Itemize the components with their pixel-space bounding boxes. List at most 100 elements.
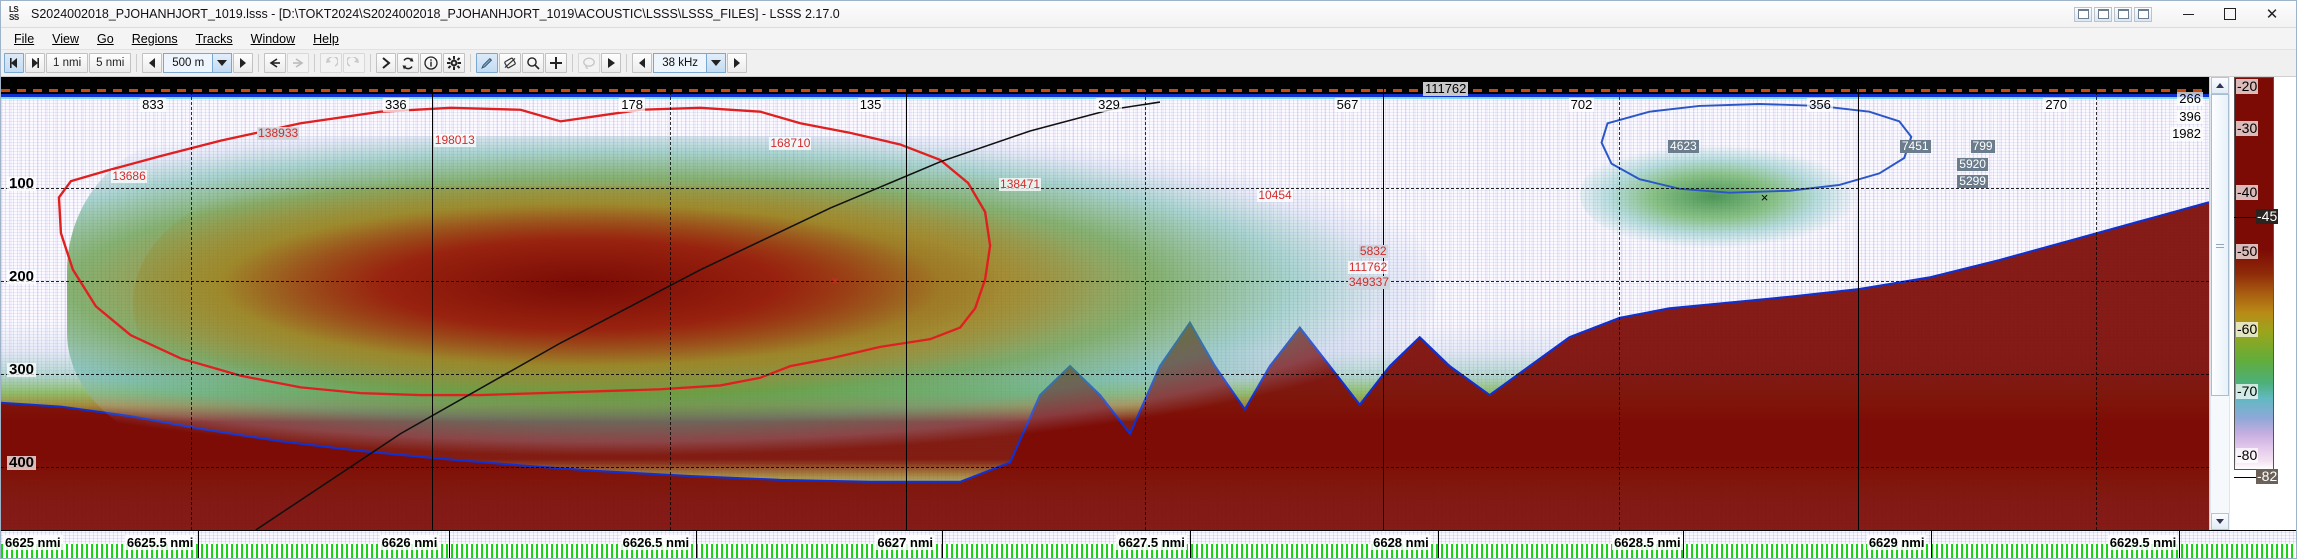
region-label-5832[interactable]: 5832	[1358, 245, 1388, 259]
depth-range-dropdown-button[interactable]	[212, 53, 233, 73]
nav-back-button[interactable]	[264, 53, 287, 73]
zoom-tool-button[interactable]	[522, 53, 545, 73]
eraser-tool-button[interactable]	[499, 53, 522, 73]
scroll-down-button[interactable]	[2211, 513, 2229, 530]
frequency-next-button[interactable]	[727, 53, 748, 73]
cursor-marker-left: ×	[831, 272, 839, 288]
range-1nmi-button[interactable]: 1 nmi	[46, 53, 89, 73]
menu-view[interactable]: View	[43, 30, 88, 48]
menu-regions[interactable]: Regions	[123, 30, 187, 48]
region-label-5299[interactable]: 5299	[1957, 174, 1988, 188]
lasso-icon	[582, 56, 596, 70]
refresh-button[interactable]	[397, 53, 420, 73]
menu-tracks[interactable]: Tracks	[187, 30, 242, 48]
window-close-button[interactable]: ✕	[2252, 2, 2292, 26]
menu-window[interactable]: Window	[242, 30, 304, 48]
depth-gridline-300	[1, 373, 2209, 375]
echogram-canvas[interactable]: 100 200 300 400 833 336 178 135 329 567 …	[1, 77, 2209, 530]
window-minimize-button[interactable]	[2168, 2, 2208, 26]
toolbar-separator-3	[314, 54, 316, 72]
distance-ruler[interactable]: 6625 nmi 6625.5 nmi 6626 nmi 6626.5 nmi …	[1, 530, 2296, 558]
vertical-scrollbar[interactable]	[2209, 77, 2230, 530]
menu-window-label: Window	[250, 31, 296, 46]
ruler-tick-2	[448, 531, 450, 558]
step-forward-button[interactable]	[25, 53, 45, 73]
lasso-tool-button[interactable]	[578, 53, 601, 73]
tool-bar: 1 nmi 5 nmi 500 m 38 kHz	[1, 50, 2296, 77]
minimize-icon	[2182, 13, 2194, 15]
ping-label-2: 178	[619, 96, 645, 112]
menu-file[interactable]: File	[5, 30, 43, 48]
depth-range-value[interactable]: 500 m	[163, 53, 213, 73]
ruler-label-9: 6629.5 nmi	[2107, 535, 2179, 550]
gear-icon	[447, 56, 462, 70]
depth-next-button[interactable]	[233, 53, 254, 73]
ping-gridline-2	[431, 77, 433, 530]
undo-button[interactable]	[320, 53, 343, 73]
region-label-349337[interactable]: 349337	[1347, 276, 1390, 290]
region-label-10454[interactable]: 10454	[1257, 189, 1293, 203]
region-label-138471[interactable]: 138471	[999, 178, 1042, 192]
menu-go[interactable]: Go	[88, 30, 123, 48]
magnifier-icon	[526, 56, 540, 70]
settings-button[interactable]	[443, 53, 466, 73]
toolbar-separator-6	[572, 54, 574, 72]
step-back-button[interactable]	[4, 53, 24, 73]
ping-label-4: 329	[1096, 96, 1122, 112]
depth-prev-button[interactable]	[142, 53, 163, 73]
chevron-up-icon	[2216, 83, 2224, 88]
region-label-138933[interactable]: 138933	[257, 126, 300, 140]
next-button[interactable]	[376, 53, 397, 73]
mdi-maximize-button[interactable]	[2114, 6, 2132, 22]
region-label-7451[interactable]: 7451	[1899, 139, 1931, 153]
ruler-label-0: 6625 nmi	[3, 535, 63, 550]
right-arrow-icon	[240, 58, 247, 68]
ping-label-9: 270	[2043, 96, 2070, 112]
region-label-198013[interactable]: 198013	[433, 133, 476, 147]
mdi-restore-button[interactable]	[2094, 6, 2112, 22]
region-label-13686[interactable]: 13686	[111, 170, 147, 184]
frequency-prev-button[interactable]	[632, 53, 653, 73]
ruler-tick-4	[941, 531, 943, 558]
toolbar-separator-2	[258, 54, 260, 72]
region-label-4623[interactable]: 4623	[1668, 139, 1699, 153]
scrollbar-track[interactable]	[2210, 94, 2230, 513]
menu-view-label: View	[52, 31, 80, 46]
eraser-icon	[503, 56, 517, 70]
mdi-close-button[interactable]	[2134, 6, 2152, 22]
lsss-main-window: LS SS S2024002018_PJOHANHJORT_1019.lsss …	[0, 0, 2297, 559]
region-label-111762[interactable]: 111762	[1347, 260, 1389, 274]
play-button[interactable]	[601, 53, 622, 73]
window-maximize-button[interactable]	[2210, 2, 2250, 26]
region-label-168710[interactable]: 168710	[769, 136, 812, 150]
menu-help[interactable]: Help	[304, 30, 348, 48]
redo-button[interactable]	[343, 53, 366, 73]
window-title: S2024002018_PJOHANHJORT_1019.lsss - [D:\…	[31, 7, 840, 21]
range-5nmi-button[interactable]: 5 nmi	[89, 53, 132, 73]
app-logo-bottom: SS	[9, 13, 19, 22]
readout-value-2: 1982	[2170, 125, 2203, 141]
ruler-tick-1	[198, 531, 200, 558]
nav-forward-button[interactable]	[287, 53, 310, 73]
depth-gridline-100	[1, 187, 2209, 189]
cursor-marker-right: ×	[1760, 189, 1769, 205]
add-button[interactable]	[545, 53, 568, 73]
menu-bar: File View Go Regions Tracks Window Help	[1, 28, 2296, 50]
region-label-5920[interactable]: 5920	[1957, 158, 1988, 172]
pencil-icon	[480, 56, 494, 70]
colorbar-label-minus50: -50	[2236, 243, 2259, 259]
window-controls: ✕	[2074, 1, 2292, 27]
scroll-up-button[interactable]	[2211, 77, 2229, 94]
depth-range-combo[interactable]: 500 m	[163, 53, 233, 73]
colorbar-threshold-lower[interactable]: -82	[2256, 469, 2279, 484]
info-button[interactable]	[420, 53, 443, 73]
region-label-799[interactable]: 799	[1970, 139, 1995, 153]
colorbar-threshold-upper[interactable]: -45	[2256, 209, 2279, 224]
mdi-minimize-button[interactable]	[2074, 6, 2092, 22]
frequency-combo[interactable]: 38 kHz	[653, 53, 727, 73]
frequency-value[interactable]: 38 kHz	[653, 53, 707, 73]
scrollbar-thumb[interactable]	[2211, 94, 2229, 396]
frequency-dropdown-button[interactable]	[706, 53, 727, 73]
undo-icon	[324, 57, 339, 69]
pencil-tool-button[interactable]	[476, 53, 499, 73]
